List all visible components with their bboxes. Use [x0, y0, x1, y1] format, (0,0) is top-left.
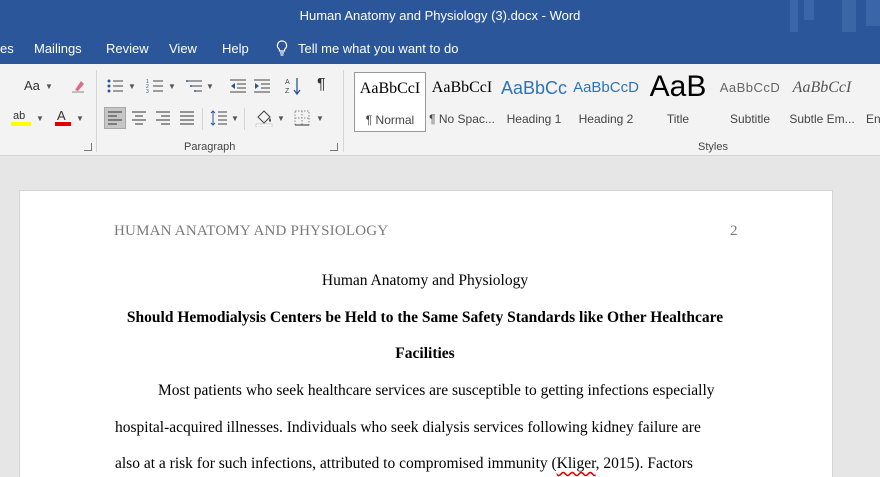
styles-group-label: Styles: [698, 141, 728, 153]
show-formatting-marks-icon[interactable]: ¶: [317, 77, 326, 93]
shading-icon[interactable]: [255, 109, 273, 130]
document-title: Human Anatomy and Physiology: [321, 272, 529, 289]
align-right-icon[interactable]: [155, 110, 171, 129]
lightbulb-icon: [276, 40, 288, 56]
svg-text:ab: ab: [13, 110, 25, 122]
svg-text:Z: Z: [285, 88, 290, 95]
svg-text:3: 3: [146, 89, 149, 94]
increase-indent-icon[interactable]: [253, 78, 271, 97]
style-preview: [858, 72, 880, 104]
document-page[interactable]: HUMAN ANATOMY AND PHYSIOLOGY 2 Human Ana…: [19, 190, 833, 477]
chevron-down-icon[interactable]: ▼: [316, 114, 324, 123]
style-heading-1[interactable]: AaBbCc Heading 1: [498, 72, 570, 132]
group-separator: [244, 108, 245, 130]
style-subtitle[interactable]: AaBbCcD Subtitle: [714, 72, 786, 132]
paragraph-group-label: Paragraph: [184, 141, 236, 153]
style-preview: AaBbCcD: [573, 79, 639, 96]
background-decoration: [866, 0, 880, 26]
title-bar: Human Anatomy and Physiology (3).docx - …: [0, 0, 880, 32]
background-decoration: [804, 0, 814, 20]
sort-icon[interactable]: AZ: [285, 76, 301, 99]
style-label: Subtle Em...: [789, 112, 855, 126]
body-paragraph-line: hospital-acquired illnesses. Individuals…: [115, 419, 701, 436]
tab-references[interactable]: es: [0, 41, 14, 56]
body-paragraph-line: Most patients who seek healthcare servic…: [158, 382, 715, 399]
numbering-icon[interactable]: 123: [146, 78, 164, 97]
style-preview: AaBbCcI: [359, 80, 421, 97]
style-label: ¶ No Spac...: [429, 112, 495, 126]
svg-text:A: A: [285, 79, 290, 86]
tab-review[interactable]: Review: [106, 41, 149, 56]
style-label: Subtitle: [729, 112, 771, 126]
style-label: ¶ Normal: [365, 113, 415, 127]
decrease-indent-icon[interactable]: [229, 78, 247, 97]
document-heading: Should Hemodialysis Centers be Held to t…: [126, 309, 724, 326]
body-paragraph-line: also at a risk for such infections, attr…: [115, 455, 735, 473]
chevron-down-icon[interactable]: ▼: [168, 82, 176, 91]
style-title[interactable]: AaB Title: [642, 72, 714, 132]
group-separator: [96, 70, 97, 152]
background-decoration: [790, 0, 798, 32]
svg-text:A: A: [57, 108, 66, 123]
clear-formatting-icon[interactable]: [70, 78, 86, 97]
align-left-icon: [107, 110, 123, 129]
bullets-icon[interactable]: [106, 78, 124, 97]
justify-icon[interactable]: [179, 110, 195, 129]
style-label: Heading 2: [578, 112, 634, 126]
ribbon: Aa ▼ ab ▼ A ▼ ▼ 123 ▼ ▼ AZ ¶ ▼ ▼ ▼ Parag…: [0, 64, 880, 156]
borders-icon[interactable]: [294, 110, 310, 129]
style-subtle-emphasis[interactable]: AaBbCcI Subtle Em...: [786, 72, 858, 132]
style-heading-2[interactable]: AaBbCcD Heading 2: [570, 72, 642, 132]
chevron-down-icon[interactable]: ▼: [36, 114, 44, 123]
body-text: also at a risk for such infections, attr…: [115, 455, 557, 472]
chevron-down-icon[interactable]: ▼: [45, 82, 53, 91]
group-separator: [202, 108, 203, 130]
background-decoration: [842, 0, 856, 32]
page-number: 2: [730, 223, 738, 239]
ribbon-tabs: es Mailings Review View Help Tell me wha…: [0, 32, 880, 64]
font-size-button[interactable]: Aa: [24, 78, 40, 94]
chevron-down-icon[interactable]: ▼: [206, 82, 214, 91]
tab-mailings[interactable]: Mailings: [34, 41, 82, 56]
style-preview: AaBbCcI: [431, 79, 493, 96]
line-spacing-icon[interactable]: [210, 110, 228, 129]
font-color-icon[interactable]: A: [54, 108, 72, 129]
tell-me-text: Tell me what you want to do: [298, 40, 459, 56]
chevron-down-icon[interactable]: ▼: [76, 114, 84, 123]
tab-help[interactable]: Help: [222, 41, 249, 56]
chevron-down-icon[interactable]: ▼: [231, 114, 239, 123]
highlight-color-icon[interactable]: ab: [10, 108, 32, 129]
style-no-spacing[interactable]: AaBbCcI ¶ No Spac...: [426, 72, 498, 132]
window-title: Human Anatomy and Physiology (3).docx - …: [299, 8, 581, 23]
spelling-flagged-word[interactable]: Kliger: [557, 455, 596, 472]
tab-view[interactable]: View: [169, 41, 197, 56]
style-preview: AaB: [649, 72, 707, 103]
font-dialog-launcher-icon[interactable]: [84, 143, 92, 151]
align-center-icon[interactable]: [131, 110, 147, 129]
chevron-down-icon[interactable]: ▼: [277, 114, 285, 123]
multilevel-list-icon[interactable]: [186, 78, 204, 97]
style-emphasis[interactable]: En: [858, 72, 880, 132]
body-text: , 2015). Factors: [595, 455, 693, 472]
style-normal[interactable]: AaBbCcI ¶ Normal: [354, 72, 426, 132]
style-preview: AaBbCcD: [719, 80, 781, 95]
style-label: En: [866, 112, 880, 126]
style-label: Title: [666, 112, 690, 126]
group-separator: [343, 70, 344, 152]
style-preview: AaBbCcI: [792, 79, 852, 96]
running-head: HUMAN ANATOMY AND PHYSIOLOGY: [114, 223, 389, 239]
chevron-down-icon[interactable]: ▼: [128, 82, 136, 91]
style-label: Heading 1: [506, 112, 562, 126]
document-heading: Facilities: [395, 345, 455, 362]
style-preview: AaBbCc: [500, 78, 568, 98]
tell-me-box[interactable]: Tell me what you want to do: [276, 40, 458, 56]
paragraph-dialog-launcher-icon[interactable]: [330, 143, 338, 151]
